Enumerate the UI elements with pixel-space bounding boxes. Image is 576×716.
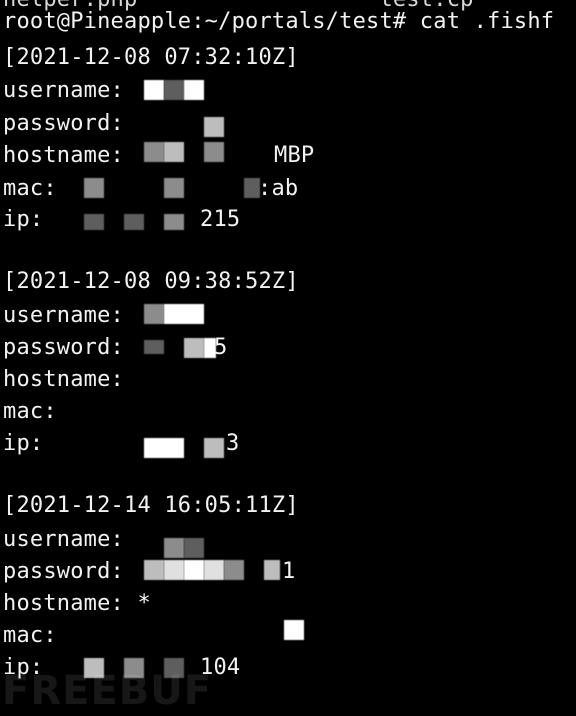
- record-1-ip-tail: 215: [200, 207, 241, 232]
- record-2-password-tail: 5: [214, 335, 228, 360]
- redaction-block: [164, 214, 184, 230]
- redaction-block: [284, 620, 304, 640]
- record-3-username-label: username:: [3, 527, 125, 552]
- record-3-password-tail: 1: [282, 559, 296, 584]
- redaction-block: [144, 304, 164, 324]
- redaction-block: [204, 338, 216, 358]
- redaction-block: [204, 438, 224, 458]
- redaction-block: [184, 80, 204, 100]
- record-1-mac-label: mac:: [3, 176, 57, 201]
- redaction-block: [124, 214, 144, 230]
- record-3-mac-label: mac:: [3, 623, 57, 648]
- record-2-ip-label: ip:: [3, 431, 44, 456]
- redaction-block: [164, 80, 184, 100]
- redaction-block: [184, 538, 204, 558]
- record-1-hostname-tail: MBP: [274, 143, 315, 168]
- redaction-block: [264, 560, 280, 580]
- redaction-block: [144, 80, 164, 100]
- redaction-block: [164, 538, 184, 558]
- redaction-block: [144, 340, 164, 354]
- record-1-ip-label: ip:: [3, 207, 44, 232]
- record-2-mac-label: mac:: [3, 399, 57, 424]
- record-1-mac-tail: :ab: [258, 176, 299, 201]
- redaction-block: [84, 214, 104, 230]
- redaction-block: [184, 560, 204, 580]
- redaction-block: [204, 560, 224, 580]
- freebuf-watermark: FREEBUF: [2, 668, 213, 714]
- redaction-block: [164, 560, 184, 580]
- redaction-block: [164, 304, 204, 324]
- record-2-ip-tail: 3: [226, 431, 240, 456]
- record-2-timestamp: [2021-12-08 09:38:52Z]: [3, 269, 299, 294]
- record-2-username-label: username:: [3, 303, 125, 328]
- command-prompt-line: root@Pineapple:~/portals/test# cat .fish…: [3, 9, 555, 34]
- redaction-block: [144, 438, 184, 458]
- redaction-block: [164, 178, 184, 198]
- record-3-timestamp: [2021-12-14 16:05:11Z]: [3, 493, 299, 518]
- redaction-block: [204, 117, 224, 137]
- record-1-username-label: username:: [3, 78, 125, 103]
- redaction-block: [84, 178, 104, 198]
- redaction-block: [144, 560, 164, 580]
- record-3-hostname-label: hostname: *: [3, 591, 151, 616]
- record-1-hostname-label: hostname:: [3, 143, 125, 168]
- record-1-password-label: password:: [3, 111, 125, 136]
- redaction-block: [144, 142, 164, 162]
- record-2-password-label: password:: [3, 335, 125, 360]
- redaction-block: [184, 338, 204, 358]
- record-1-timestamp: [2021-12-08 07:32:10Z]: [3, 45, 299, 70]
- redaction-block: [224, 560, 244, 580]
- record-2-hostname-label: hostname:: [3, 367, 125, 392]
- redaction-block: [204, 142, 224, 162]
- terminal-window[interactable]: helper.php test.cp root@Pineapple:~/port…: [0, 0, 576, 716]
- record-3-password-label: password:: [3, 559, 125, 584]
- redaction-block: [164, 142, 184, 162]
- redaction-block: [244, 178, 260, 198]
